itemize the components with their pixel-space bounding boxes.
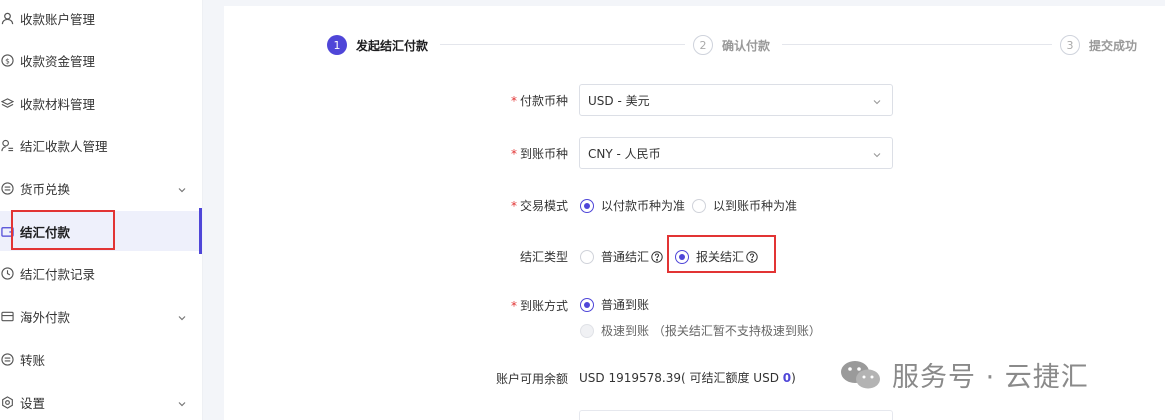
sidebar-item-overseas-payment[interactable]: 海外付款 xyxy=(0,296,203,336)
arrival-mode-option-normal[interactable]: 普通到账 xyxy=(580,296,649,313)
radio-label: 极速到账 （报关结汇暂不支持极速到账） xyxy=(601,324,821,338)
step-label: 提交成功 xyxy=(1089,38,1138,53)
wallet-icon xyxy=(0,224,14,238)
chevron-down-icon xyxy=(872,149,882,159)
step-connector xyxy=(782,44,1052,45)
chevron-down-icon xyxy=(177,183,187,193)
help-icon[interactable] xyxy=(746,250,758,263)
sidebar-item-label: 海外付款 xyxy=(20,309,71,325)
balance-value: USD 1919578.39( 可结汇额度 USD 0) xyxy=(579,371,796,385)
pay-currency-value: USD - 美元 xyxy=(588,93,650,108)
chevron-down-icon xyxy=(872,96,882,106)
receive-currency-label: * 到账币种 xyxy=(510,147,568,161)
sidebar-item-transfer[interactable]: 转账 xyxy=(0,339,203,379)
step-1: 1 发起结汇付款 xyxy=(327,35,428,55)
help-icon[interactable] xyxy=(651,250,663,263)
gear-icon xyxy=(0,395,14,409)
layers-icon xyxy=(0,96,14,110)
exchange-icon xyxy=(0,181,14,195)
radio-unselected xyxy=(580,249,594,264)
sidebar-item-label: 设置 xyxy=(20,395,46,411)
sidebar-item-payment-records[interactable]: 结汇付款记录 xyxy=(0,253,203,293)
clock-icon xyxy=(0,266,14,280)
active-indicator xyxy=(199,208,202,254)
transfer-icon xyxy=(0,352,14,366)
sidebar-item-label: 货币兑换 xyxy=(20,181,71,197)
sidebar-item-label: 结汇收款人管理 xyxy=(20,138,108,154)
step-connector xyxy=(440,44,685,45)
receive-currency-select[interactable]: CNY - 人民币 xyxy=(579,137,893,169)
user-icon xyxy=(0,11,14,25)
step-number: 1 xyxy=(327,35,347,55)
svg-text:$: $ xyxy=(5,56,10,65)
trade-mode-option-receive[interactable]: 以到账币种为准 xyxy=(692,197,797,214)
radio-unselected xyxy=(692,198,706,213)
step-2: 2 确认付款 xyxy=(693,35,770,55)
sidebar-item-label: 收款资金管理 xyxy=(20,53,96,69)
radio-label: 以到账币种为准 xyxy=(713,199,798,213)
arrival-mode-option-express: 极速到账 （报关结汇暂不支持极速到账） xyxy=(580,322,821,339)
chevron-down-icon xyxy=(177,397,187,407)
sidebar: 收款账户管理 $ 收款资金管理 收款材料管理 结汇收款人管理 货币兑换 结汇付款 xyxy=(0,0,203,420)
radio-selected xyxy=(580,198,594,213)
sidebar-item-label: 收款材料管理 xyxy=(20,96,96,112)
radio-label: 普通结汇 xyxy=(601,250,650,264)
radio-disabled xyxy=(580,323,594,338)
sidebar-item-payee-management[interactable]: 结汇收款人管理 xyxy=(0,125,203,165)
step-3: 3 提交成功 xyxy=(1060,35,1137,55)
arrival-mode-label: * 到账方式 xyxy=(510,299,568,313)
sidebar-item-currency-exchange[interactable]: 货币兑换 xyxy=(0,168,203,208)
amount-input-partial[interactable] xyxy=(579,410,893,420)
settle-type-option-normal[interactable]: 普通结汇 xyxy=(580,248,663,265)
radio-label: 报关结汇 xyxy=(696,250,745,264)
pay-currency-label: * 付款币种 xyxy=(510,94,568,108)
chevron-down-icon xyxy=(177,311,187,321)
sidebar-item-label: 转账 xyxy=(20,352,46,368)
wechat-icon xyxy=(841,360,880,388)
card-icon xyxy=(0,309,14,323)
user-list-icon xyxy=(0,138,14,152)
receive-currency-value: CNY - 人民币 xyxy=(588,146,661,161)
sidebar-item-receiving-funds[interactable]: $ 收款资金管理 xyxy=(0,40,203,80)
settle-type-option-customs[interactable]: 报关结汇 xyxy=(675,248,758,265)
sidebar-item-label: 结汇付款记录 xyxy=(20,266,96,282)
sidebar-item-label: 结汇付款 xyxy=(20,224,71,240)
trade-mode-label: * 交易模式 xyxy=(510,199,568,213)
sidebar-item-settings[interactable]: 设置 xyxy=(0,382,203,420)
sidebar-item-label: 收款账户管理 xyxy=(20,11,96,27)
dollar-circle-icon: $ xyxy=(0,53,14,67)
pay-currency-select[interactable]: USD - 美元 xyxy=(579,84,893,116)
step-label: 发起结汇付款 xyxy=(356,38,429,53)
step-label: 确认付款 xyxy=(722,38,771,53)
sidebar-item-receiving-materials[interactable]: 收款材料管理 xyxy=(0,83,203,123)
radio-selected xyxy=(675,249,689,264)
step-number: 3 xyxy=(1060,35,1080,55)
sidebar-item-settlement-payment[interactable]: 结汇付款 xyxy=(0,211,203,251)
step-number: 2 xyxy=(693,35,713,55)
sidebar-item-receiving-accounts[interactable]: 收款账户管理 xyxy=(0,0,203,38)
radio-selected xyxy=(580,297,594,312)
watermark: 服务号 · 云捷汇 xyxy=(838,355,1089,394)
trade-mode-option-pay[interactable]: 以付款币种为准 xyxy=(580,197,685,214)
radio-label: 以付款币种为准 xyxy=(601,199,686,213)
balance-label: 账户可用余额 xyxy=(495,372,568,386)
radio-label: 普通到账 xyxy=(601,298,650,312)
settle-type-label: 结汇类型 xyxy=(519,250,568,264)
